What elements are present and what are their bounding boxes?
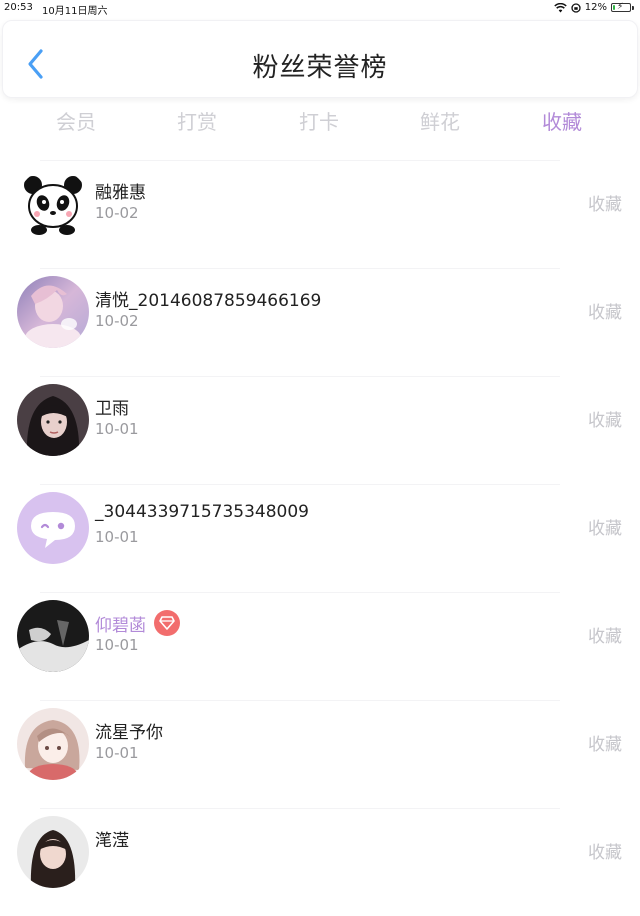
user-name: 仰碧菡: [95, 610, 180, 636]
user-name-text: 卫雨: [95, 399, 129, 419]
wifi-icon: [554, 2, 567, 12]
user-date: 10-01: [95, 744, 139, 762]
tab-favorites[interactable]: 收藏: [502, 106, 622, 135]
list-item[interactable]: 卫雨 10-01 收藏: [0, 376, 640, 484]
battery-percent: 12%: [584, 2, 607, 13]
tab-rewards[interactable]: 打赏: [137, 106, 257, 135]
panda-avatar[interactable]: [17, 168, 89, 240]
favorite-label: 收藏: [588, 735, 622, 755]
user-date: 10-02: [95, 204, 139, 222]
user-name: 滗滢: [95, 826, 129, 851]
tab-checkin[interactable]: 打卡: [259, 106, 379, 135]
status-date: 10月11日周六: [42, 6, 108, 17]
favorite-label: 收藏: [588, 627, 622, 647]
user-name-text: 流星予你: [95, 723, 163, 743]
bw-avatar[interactable]: [17, 600, 89, 672]
favorite-label: 收藏: [588, 195, 622, 215]
divider: [40, 592, 560, 593]
status-bar: 20:53 10月11日周六 12% ⚡: [0, 0, 640, 18]
list-item[interactable]: 流星予你 10-01 收藏: [0, 700, 640, 808]
battery-fill: [613, 5, 615, 10]
tab-bar: 会员 打赏 打卡 鲜花 收藏: [0, 106, 640, 138]
user-name: 清悦_20146087859466169: [95, 286, 321, 311]
user-date: 10-01: [95, 420, 139, 438]
anime-avatar[interactable]: [17, 276, 89, 348]
user-date: 10-01: [95, 636, 139, 654]
divider: [40, 268, 560, 269]
user-name: 流星予你: [95, 718, 163, 743]
user-name: 融雅惠: [95, 178, 146, 203]
orientation-lock-icon: [571, 2, 581, 13]
divider: [40, 808, 560, 809]
photo-avatar[interactable]: [17, 816, 89, 888]
list-item[interactable]: 滗滢 收藏: [0, 808, 640, 916]
battery-icon: ⚡: [611, 2, 631, 12]
tab-flowers[interactable]: 鲜花: [380, 106, 500, 135]
user-name: 卫雨: [95, 394, 129, 419]
divider: [40, 484, 560, 485]
charging-icon: ⚡: [617, 2, 624, 12]
list-item[interactable]: 融雅惠 10-02 收藏: [0, 160, 640, 268]
battery-tip: [632, 5, 634, 10]
user-name-text: 清悦_20146087859466169: [95, 291, 322, 311]
user-date: 10-02: [95, 312, 139, 330]
default-chat-avatar[interactable]: [17, 492, 89, 564]
user-name-text: 滗滢: [95, 831, 129, 851]
status-time: 20:53: [4, 2, 33, 13]
status-right: 12% ⚡: [554, 2, 634, 13]
divider: [40, 160, 560, 161]
favorite-label: 收藏: [588, 411, 622, 431]
user-name-text: _3044339715735348009: [95, 502, 310, 522]
user-date: 10-01: [95, 528, 139, 546]
list-item[interactable]: 清悦_20146087859466169 10-02 收藏: [0, 268, 640, 376]
user-name-text: 融雅惠: [95, 183, 146, 203]
page-title: 粉丝荣誉榜: [252, 53, 388, 83]
nav-bar: 粉丝荣誉榜: [2, 20, 638, 98]
list-item[interactable]: _3044339715735348009 10-01 收藏: [0, 484, 640, 592]
diamond-icon: [159, 616, 175, 630]
tab-members[interactable]: 会员: [16, 106, 136, 135]
favorite-label: 收藏: [588, 843, 622, 863]
girl-avatar[interactable]: [17, 384, 89, 456]
favorite-label: 收藏: [588, 519, 622, 539]
vip-badge: [154, 610, 180, 636]
divider: [40, 700, 560, 701]
list-item[interactable]: 仰碧菡 10-01 收藏: [0, 592, 640, 700]
divider: [40, 376, 560, 377]
user-name-text: 仰碧菡: [95, 615, 146, 636]
user-name: _3044339715735348009: [95, 502, 309, 522]
anime-girl-avatar[interactable]: [17, 708, 89, 780]
favorite-label: 收藏: [588, 303, 622, 323]
